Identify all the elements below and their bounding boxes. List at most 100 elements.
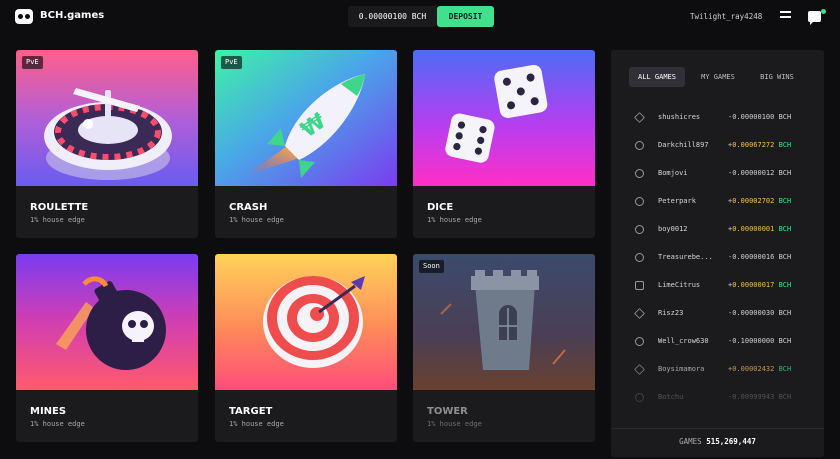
bet-row[interactable]: boy0012 +0.00000001 BCH: [635, 223, 815, 235]
bet-amount: +0.00000017 BCH: [728, 279, 791, 291]
tab-all-games[interactable]: ALL GAMES: [629, 67, 685, 87]
player-name[interactable]: Boysimamora: [658, 363, 704, 375]
game-title: TOWER: [427, 406, 468, 417]
house-edge: 1% house edge: [427, 420, 482, 428]
amount-currency: BCH: [778, 225, 792, 233]
games-label: GAMES: [679, 437, 702, 446]
bet-row[interactable]: Boysimamora +0.00002432 BCH: [634, 363, 815, 375]
player-name[interactable]: boy0012: [658, 223, 688, 235]
bet-row[interactable]: Treasurebe... -0.00000016 BCH: [635, 251, 815, 263]
player-name[interactable]: Treasurebe...: [658, 251, 713, 263]
bet-amount: -0.00000100 BCH: [728, 111, 791, 123]
brand-name[interactable]: BCH.games: [40, 10, 104, 21]
soon-badge: Soon: [419, 260, 444, 273]
bet-amount: +0.00002702 BCH: [728, 195, 791, 207]
diamond-icon: [634, 112, 645, 123]
target-icon: [635, 337, 644, 346]
amount-value: 0.00002432: [732, 365, 775, 373]
target-icon: [635, 225, 644, 234]
amount-currency: BCH: [778, 253, 792, 261]
house-edge: 1% house edge: [30, 420, 85, 428]
bet-row[interactable]: Darkchill897 +0.00067272 BCH: [635, 139, 815, 151]
bet-row[interactable]: Risz23 -0.00000030 BCH: [634, 307, 815, 319]
game-card-tower[interactable]: Soon TOWER 1% house edge: [413, 254, 595, 442]
amount-currency: BCH: [778, 197, 792, 205]
player-name[interactable]: Peterpark: [658, 195, 696, 207]
amount-value: 0.00000012: [732, 169, 775, 177]
amount-currency: BCH: [778, 169, 792, 177]
bet-row[interactable]: LimeCitrus +0.00000017 BCH: [635, 279, 815, 291]
house-edge: 1% house edge: [229, 420, 284, 428]
bets-panel: ALL GAMES MY GAMES BIG WINS shushicres -0…: [611, 50, 824, 457]
game-card-target[interactable]: TARGET 1% house edge: [215, 254, 397, 442]
game-title: DICE: [427, 202, 454, 213]
bet-amount: +0.00002432 BCH: [728, 363, 791, 375]
chat-online-dot: [821, 9, 826, 14]
house-edge: 1% house edge: [30, 216, 85, 224]
amount-currency: BCH: [778, 365, 792, 373]
diamond-icon: [634, 308, 645, 319]
bet-amount: -0.10000000 BCH: [728, 335, 791, 347]
bet-row[interactable]: shushicres -0.00000100 BCH: [634, 111, 815, 123]
game-card-dice[interactable]: DICE 1% house edge: [413, 50, 595, 238]
target-icon: [635, 197, 644, 206]
amount-value: 0.00000017: [732, 281, 775, 289]
amount-value: 0.00000016: [732, 253, 775, 261]
bet-amount: -0.00000030 BCH: [728, 307, 791, 319]
amount-currency: BCH: [778, 337, 792, 345]
bet-row[interactable]: Bomjovi -0.00000012 BCH: [635, 167, 815, 179]
tower-art: [413, 254, 595, 390]
rocket-icon: [635, 141, 644, 150]
diamond-icon: [634, 364, 645, 375]
mines-art: [16, 254, 198, 390]
logo-icon[interactable]: [15, 9, 33, 24]
dice-art: [413, 50, 595, 186]
game-title: MINES: [30, 406, 67, 417]
pve-badge: PvE: [22, 56, 43, 69]
bet-row[interactable]: Well_crow630 -0.10000000 BCH: [635, 335, 815, 347]
amount-value: 0.00067272: [732, 141, 775, 149]
top-bar: BCH.games 0.00000100 BCH DEPOSIT Twiligh…: [0, 0, 840, 33]
deposit-button[interactable]: DEPOSIT: [437, 6, 494, 27]
target-icon: [635, 253, 644, 262]
bet-amount: +0.00000001 BCH: [728, 223, 791, 235]
player-name[interactable]: Bomjovi: [658, 167, 688, 179]
menu-icon[interactable]: [780, 11, 791, 20]
player-name[interactable]: LimeCitrus: [658, 279, 700, 291]
player-name[interactable]: Risz23: [658, 307, 683, 319]
house-edge: 1% house edge: [229, 216, 284, 224]
chat-icon[interactable]: [808, 11, 821, 25]
games-count: 515,269,447: [706, 437, 756, 446]
amount-value: 0.00000100: [732, 113, 775, 121]
username[interactable]: Twilight_ray4248: [690, 12, 762, 21]
pve-badge: PvE: [221, 56, 242, 69]
bet-amount: +0.00067272 BCH: [728, 139, 791, 151]
game-card-crash[interactable]: ₩ PvE CRASH 1% house edge: [215, 50, 397, 238]
tab-my-games[interactable]: MY GAMES: [691, 67, 745, 87]
player-name[interactable]: Darkchill897: [658, 139, 709, 151]
game-card-mines[interactable]: MINES 1% house edge: [16, 254, 198, 442]
house-edge: 1% house edge: [427, 216, 482, 224]
bet-amount: -0.00000012 BCH: [728, 167, 791, 179]
target-icon: [635, 169, 644, 178]
roulette-art: [16, 50, 198, 186]
tab-big-wins[interactable]: BIG WINS: [751, 67, 803, 87]
bet-amount: -0.00000016 BCH: [728, 251, 791, 263]
player-name[interactable]: Well_crow630: [658, 335, 709, 347]
amount-value: 0.10000000: [732, 337, 775, 345]
amount-value: 0.00002702: [732, 197, 775, 205]
list-fade: [611, 380, 824, 428]
amount-currency: BCH: [778, 113, 792, 121]
bet-row[interactable]: Peterpark +0.00002702 BCH: [635, 195, 815, 207]
amount-value: 0.00000030: [732, 309, 775, 317]
balance-display[interactable]: 0.00000100 BCH: [348, 6, 437, 27]
games-counter: GAMES 515,269,447: [611, 428, 824, 457]
crash-art: ₩: [215, 50, 397, 186]
amount-currency: BCH: [778, 281, 792, 289]
game-card-roulette[interactable]: PvE ROULETTE 1% house edge: [16, 50, 198, 238]
game-title: ROULETTE: [30, 202, 89, 213]
amount-value: 0.00000001: [732, 225, 775, 233]
amount-currency: BCH: [778, 309, 792, 317]
player-name[interactable]: shushicres: [658, 111, 700, 123]
game-title: CRASH: [229, 202, 268, 213]
